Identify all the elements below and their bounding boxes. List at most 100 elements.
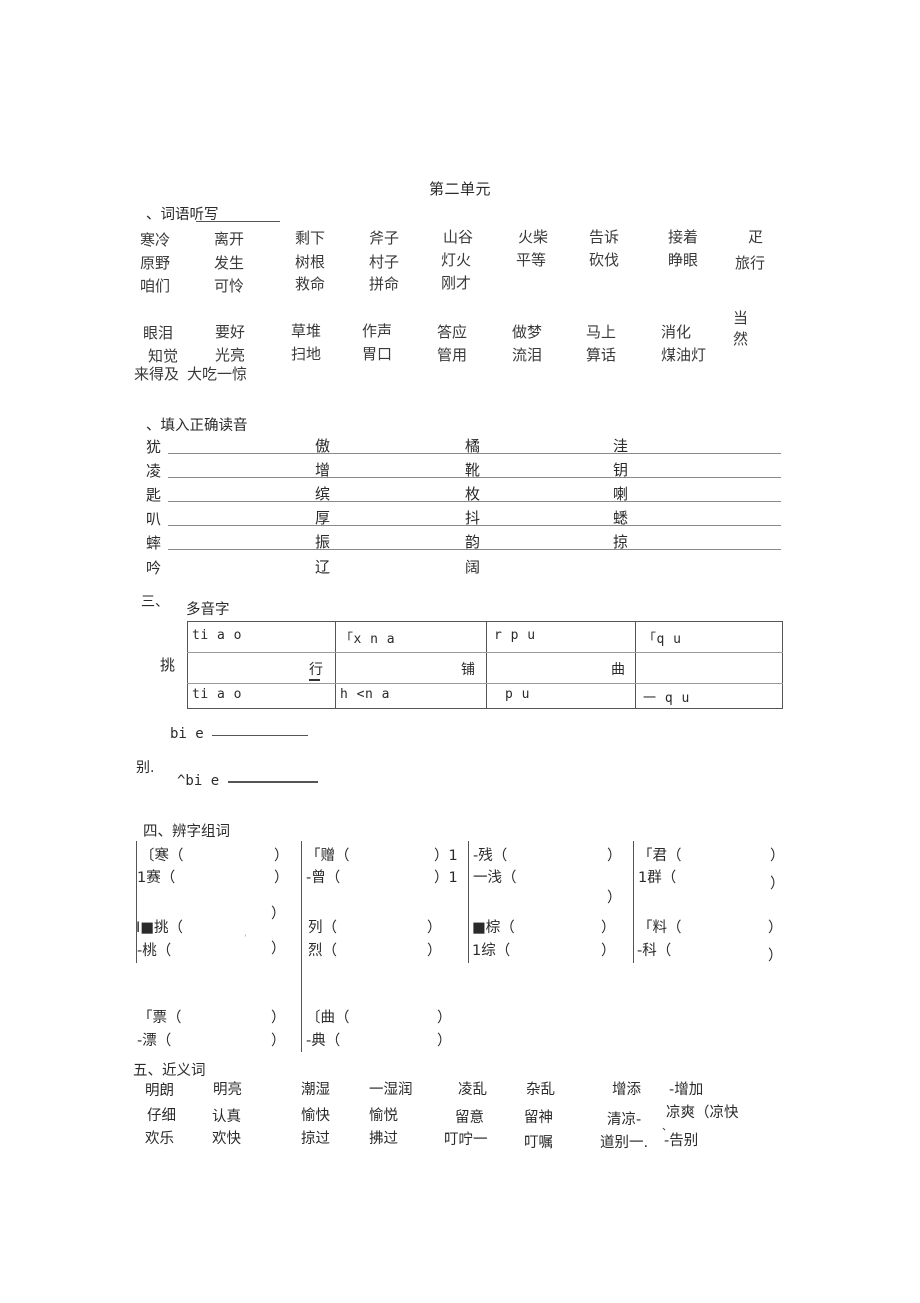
word-cell: 告诉 bbox=[589, 228, 620, 246]
item-char: 料 bbox=[652, 920, 668, 936]
word-underline bbox=[309, 679, 320, 681]
char-group-item: -典（ bbox=[306, 1029, 340, 1050]
item-close-paren[interactable]: ） bbox=[271, 1029, 286, 1050]
item-prefix: 〔 bbox=[140, 848, 155, 864]
synonym-cell: 愉悦 bbox=[369, 1108, 398, 1124]
item-char: 挑 bbox=[153, 920, 169, 936]
synonym-cell: 明亮 bbox=[213, 1082, 242, 1098]
item-char: 群 bbox=[647, 870, 662, 886]
word-cell: 煤油灯 bbox=[661, 346, 707, 364]
polyphone-bottom-pinyin: p u bbox=[505, 687, 530, 702]
item-close-paren[interactable]: ）1 bbox=[434, 866, 458, 887]
item-open-paren: （ bbox=[495, 943, 511, 959]
answer-rule[interactable] bbox=[168, 549, 781, 550]
pinyin-row-lead-char: 犹 bbox=[146, 438, 162, 456]
word-cell: 发生 bbox=[214, 254, 245, 272]
synonym-cell: 清凉- bbox=[607, 1112, 642, 1128]
bie-character: 别. bbox=[136, 760, 155, 776]
char-group-item: 「君（ bbox=[638, 844, 682, 865]
answer-rule[interactable] bbox=[168, 453, 781, 454]
synonym-cell: 凌乱 bbox=[458, 1082, 487, 1098]
char-group-item: 〔寒（ bbox=[140, 844, 184, 865]
polyphone-bottom-pinyin: h <n a bbox=[340, 687, 390, 702]
synonym-cell: 叮嘱 bbox=[524, 1135, 553, 1151]
item-close-paren[interactable]: ） bbox=[271, 937, 286, 958]
synonym-cell: 增添 bbox=[612, 1082, 641, 1098]
stray-comma-mark: 、 bbox=[662, 1122, 672, 1133]
synonym-cell: 道别一. bbox=[600, 1135, 649, 1151]
item-close-paren[interactable]: ） bbox=[437, 1029, 452, 1050]
word-cell: 离开 bbox=[214, 230, 245, 248]
word-cell: 作声 bbox=[362, 322, 393, 340]
polyphone-bottom-pinyin: 一 q u bbox=[643, 691, 690, 706]
answer-rule[interactable] bbox=[168, 525, 781, 526]
char-group-item: 「票（ bbox=[138, 1006, 182, 1027]
answer-rule[interactable] bbox=[168, 477, 781, 478]
item-close-paren[interactable]: ） bbox=[601, 939, 616, 960]
char-group-item: 列（ bbox=[308, 916, 337, 937]
bie-answer-blank-2[interactable] bbox=[227, 781, 318, 783]
item-close-paren[interactable]: ） bbox=[271, 1006, 286, 1027]
item-char: 桃 bbox=[142, 943, 157, 959]
synonym-cell: 凉爽（凉快 bbox=[666, 1105, 739, 1121]
item-close-paren[interactable]: ） bbox=[768, 916, 783, 937]
item-open-paren: （ bbox=[160, 870, 176, 886]
item-prefix: 〔 bbox=[306, 1010, 321, 1026]
table-row-divider bbox=[187, 652, 783, 653]
answer-rule[interactable] bbox=[168, 501, 781, 502]
char-group-item: ■棕（ bbox=[472, 916, 515, 937]
bie-answer-blank-1[interactable] bbox=[212, 735, 309, 736]
item-close-paren[interactable]: ） bbox=[427, 916, 442, 937]
synonym-cell: 潮湿 bbox=[301, 1082, 330, 1098]
item-open-paren: （ bbox=[661, 870, 677, 886]
table-column-divider bbox=[486, 621, 487, 709]
item-char: 曾 bbox=[311, 870, 326, 886]
char-group-item: -桃（ bbox=[137, 939, 171, 960]
synonym-cell: 欢快 bbox=[212, 1131, 241, 1147]
polyphone-word: 铺 bbox=[461, 662, 475, 678]
item-suffix: 1 bbox=[448, 870, 458, 886]
item-close-paren[interactable]: ） bbox=[601, 916, 616, 937]
item-close-paren[interactable]: ） bbox=[427, 939, 442, 960]
synonym-cell: 留神 bbox=[524, 1110, 553, 1126]
synonym-cell: 杂乱 bbox=[526, 1082, 555, 1098]
word-cell: 消化 bbox=[661, 323, 692, 341]
synonym-cell: 认真 bbox=[212, 1109, 241, 1125]
item-close-paren[interactable]: ） bbox=[271, 902, 286, 923]
item-prefix: 1 bbox=[638, 870, 648, 886]
item-open-paren: （ bbox=[335, 848, 350, 864]
item-close-paren[interactable]: ） bbox=[274, 866, 289, 887]
table-column-divider bbox=[782, 621, 783, 709]
word-cell: 胃口 bbox=[362, 345, 393, 363]
item-prefix: 一 bbox=[473, 870, 488, 886]
table-row-divider bbox=[187, 683, 783, 684]
char-group-item: 一浅（ bbox=[473, 866, 517, 887]
char-group-item: I■挑（ bbox=[136, 916, 183, 937]
item-char: 君 bbox=[652, 848, 668, 864]
bie-line-1: bi e bbox=[170, 726, 309, 742]
word-cell: 剩下 bbox=[295, 229, 326, 247]
synonym-cell: 留意 bbox=[455, 1110, 484, 1126]
item-open-paren: （ bbox=[169, 848, 184, 864]
word-cell: 山谷 bbox=[443, 228, 474, 246]
word-cell: 村子 bbox=[369, 253, 400, 271]
item-close-paren[interactable]: ）1 bbox=[434, 844, 458, 865]
item-char: 列 bbox=[308, 920, 323, 936]
item-close-paren[interactable]: ） bbox=[770, 872, 785, 893]
item-close-paren[interactable]: ） bbox=[770, 844, 785, 865]
section1-heading-rule bbox=[196, 221, 280, 222]
item-close-paren[interactable]: ） bbox=[437, 1006, 452, 1027]
pinyin-row-lead-char: 蟀 bbox=[146, 534, 162, 552]
synonym-cell: 愉快 bbox=[301, 1108, 330, 1124]
word-cell: 睁眼 bbox=[668, 251, 699, 269]
item-close-paren[interactable]: ） bbox=[607, 886, 622, 907]
word-cell: 管用 bbox=[437, 346, 468, 364]
table-border bbox=[187, 621, 783, 709]
word-cell: 接着 bbox=[668, 228, 699, 246]
word-cell: 救命 bbox=[295, 275, 326, 293]
word-cell: 树根 bbox=[295, 253, 326, 271]
item-close-paren[interactable]: ） bbox=[607, 844, 622, 865]
item-close-paren[interactable]: ） bbox=[768, 944, 783, 965]
item-close-paren[interactable]: ） bbox=[274, 844, 289, 865]
item-open-paren: （ bbox=[667, 920, 682, 936]
